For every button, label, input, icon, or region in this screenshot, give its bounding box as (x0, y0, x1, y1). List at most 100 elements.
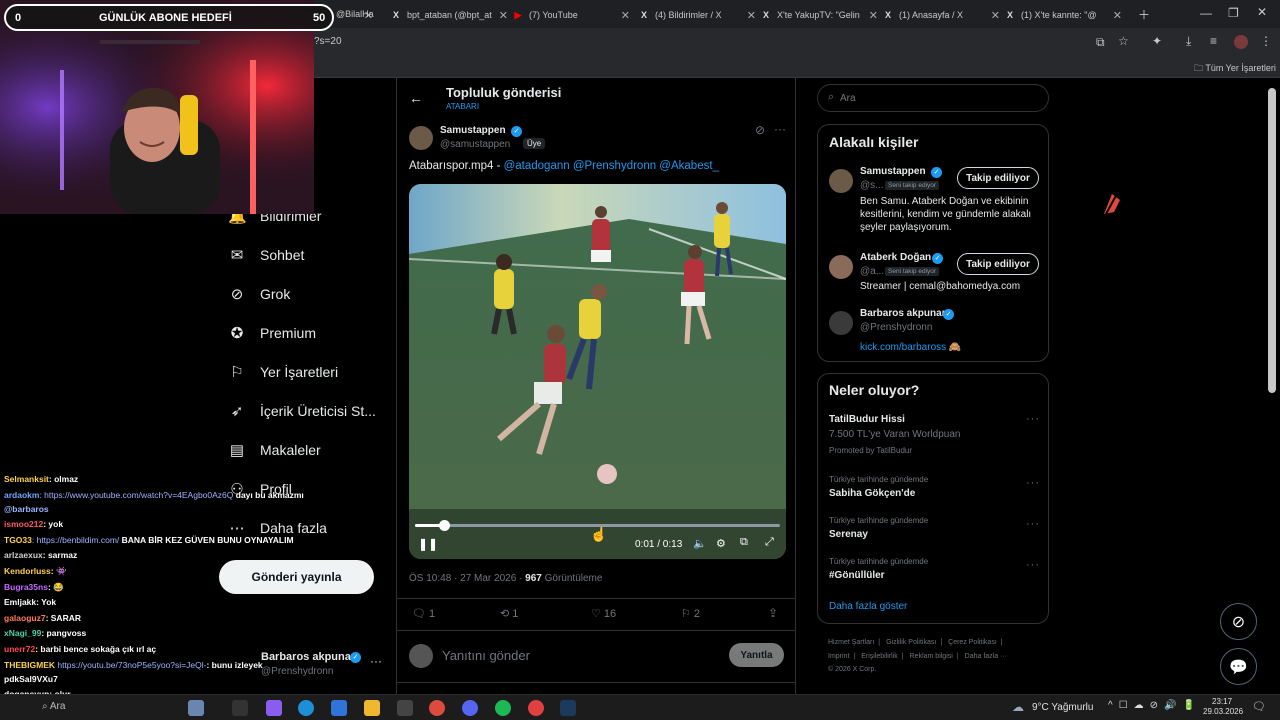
nav-item-rocket[interactable]: ➶ İçerik Üreticisi St... (228, 402, 376, 420)
footer-link[interactable]: Gizlilik Politikası (886, 639, 936, 646)
chat-username[interactable]: THEBIGMEK (4, 660, 55, 670)
browser-tab[interactable]: X (4) Bildirimler / X ✕ (638, 4, 756, 26)
chat-username[interactable]: Selmanksit (4, 474, 49, 484)
browser-tab[interactable]: ▶ (7) YouTube ✕ (512, 4, 630, 26)
chat-link[interactable]: : https://www.youtube.com/watch?v=4EAgbo… (39, 490, 233, 500)
show-more-link[interactable]: Daha fazla göster (829, 601, 907, 612)
trend-more-icon[interactable]: ··· (1026, 518, 1040, 530)
trend-item[interactable]: Türkiye tarihinde gündemde Serenay ··· (818, 516, 1050, 556)
nav-item-mail[interactable]: ✉ Sohbet (228, 246, 305, 264)
xbox-icon[interactable] (397, 700, 413, 716)
trend-more-icon[interactable]: ··· (1026, 477, 1040, 489)
trend-more-icon[interactable]: ··· (1026, 559, 1040, 571)
chat-username[interactable]: TGO33 (4, 535, 32, 545)
discord-icon[interactable] (462, 700, 478, 716)
author-name[interactable]: Samustappen (440, 125, 506, 136)
extensions-icon[interactable]: ✦ (1152, 34, 1162, 48)
browser-tab[interactable]: X (1) Anasayfa / X ✕ (882, 4, 1000, 26)
bookmark-action[interactable]: ⚐ 2 (681, 607, 700, 620)
clock-date[interactable]: 29.03.2026 (1203, 707, 1243, 716)
chat-username[interactable]: pdkSal9VXu7 (4, 674, 58, 684)
chat-link[interactable]: https://youtu.be/73noP5e5yoo?si=JeQl- (55, 660, 206, 670)
browser-tab[interactable]: X (1) X'te kannte: "@ ✕ (1004, 4, 1122, 26)
person-handle[interactable]: @s... (860, 180, 884, 191)
chat-username[interactable]: Kendorluss (4, 566, 51, 576)
share-icon[interactable]: ⇪ (768, 606, 778, 620)
copilot-icon[interactable] (266, 700, 282, 716)
fullscreen-icon[interactable]: ⤢ (765, 536, 774, 549)
person-name[interactable]: Samustappen (860, 166, 926, 177)
grok-fab[interactable]: ⊘ (1220, 603, 1257, 640)
chat-username[interactable]: ardaokm (4, 490, 39, 500)
edge-icon[interactable] (298, 700, 314, 716)
search-box[interactable]: ⌕ Ara (817, 84, 1049, 112)
tab-close-icon[interactable]: ✕ (499, 9, 508, 22)
person-name[interactable]: Ataberk Doğan (860, 252, 931, 263)
reply-input[interactable]: Yanıtını gönder (442, 648, 530, 663)
nav-item-premium[interactable]: ✪ Premium (228, 324, 316, 342)
footer-link[interactable]: Daha fazla ··· (965, 653, 1007, 660)
repost-action[interactable]: ⟲ 1 (500, 607, 518, 620)
trend-item[interactable]: Türkiye tarihinde gündemde Sabiha Gökçen'… (818, 475, 1050, 515)
reply-action[interactable]: 🗨 1 (412, 607, 435, 620)
page-scrollbar[interactable] (1268, 88, 1276, 393)
like-action[interactable]: ♡ 16 (591, 607, 616, 620)
spotify-icon[interactable] (495, 700, 511, 716)
chat-username[interactable]: ismoo212 (4, 519, 43, 529)
chat-username[interactable]: xNagi_99 (4, 628, 41, 638)
store-icon[interactable] (331, 700, 347, 716)
install-icon[interactable]: ⧉ (1096, 35, 1105, 50)
tab-close-icon[interactable]: ✕ (1113, 9, 1122, 22)
person-avatar[interactable] (829, 255, 853, 279)
video-player[interactable]: ❚❚ 0:01 / 0:13 🔈 ⚙ ⧉ ⤢ (409, 184, 786, 559)
post-more-icon[interactable]: ··· (774, 122, 786, 136)
all-bookmarks[interactable]: 🗀 Tüm Yer İşaretleri (1194, 61, 1276, 77)
obs-icon[interactable] (528, 700, 544, 716)
clock-time[interactable]: 23:17 (1212, 697, 1232, 706)
taskbar-app-1[interactable] (188, 700, 204, 716)
trend-more-icon[interactable]: ··· (1026, 413, 1040, 425)
messages-fab[interactable]: 💬 (1220, 648, 1257, 685)
steam-icon[interactable] (560, 700, 576, 716)
chat-link[interactable]: : https://benbildim.com/ (32, 535, 119, 545)
tab-close-icon[interactable]: ✕ (869, 9, 878, 22)
post-button[interactable]: Gönderi yayınla (219, 560, 374, 594)
tray-icons[interactable]: ^☐☁⊘🔊🔋 (1108, 700, 1201, 711)
chat-username[interactable]: Emljakk (4, 597, 36, 607)
chat-username[interactable]: galaoguz7 (4, 613, 46, 623)
post-mentions[interactable]: @atadogann @Prenshydronn @Akabest_ (504, 160, 719, 172)
chat-username[interactable]: unerr72 (4, 644, 35, 654)
search-input[interactable]: Ara (840, 93, 856, 104)
footer-link[interactable]: Çerez Politikası (948, 639, 997, 646)
person-avatar[interactable] (829, 311, 853, 335)
reply-button[interactable]: Yanıtla (729, 643, 784, 667)
chat-username[interactable]: arlzaexux (4, 550, 43, 560)
footer-link[interactable]: Erişilebilirlik (861, 653, 898, 660)
author-handle[interactable]: @samustappen (440, 139, 510, 150)
url-text[interactable]: ?s=20 (314, 36, 342, 47)
trend-item[interactable]: TatilBudur Hissi 7.500 TL'ye Varan Worldp… (818, 413, 1050, 455)
person-handle[interactable]: @a... (860, 266, 884, 277)
following-button[interactable]: Takip ediliyor (957, 167, 1039, 189)
profile-avatar[interactable] (1234, 35, 1248, 49)
footer-link[interactable]: Reklam bilgisi (910, 653, 953, 660)
pip-icon[interactable]: ⧉ (740, 536, 748, 549)
taskbar-search[interactable]: ⌕ Ara (42, 701, 65, 712)
browser-tab[interactable]: X X'te YakupTV: "Gelin ✕ (760, 4, 878, 26)
person-handle[interactable]: @Prenshydronn (860, 322, 932, 333)
footer-link[interactable]: Imprint (828, 653, 849, 660)
following-button[interactable]: Takip ediliyor (957, 253, 1039, 275)
tab-close-icon[interactable]: ✕ (621, 9, 630, 22)
new-tab-icon[interactable]: ＋ (1138, 6, 1150, 23)
tab-close-icon[interactable]: ✕ (747, 9, 756, 22)
footer-link[interactable]: Hizmet Şartları (828, 639, 874, 646)
close-window-icon[interactable]: ✕ (1257, 5, 1267, 19)
grok-icon[interactable]: ⊘ (755, 123, 765, 137)
back-arrow-icon[interactable]: ← (409, 90, 423, 106)
nav-item-article[interactable]: ▤ Makaleler (228, 441, 321, 459)
download-icon[interactable]: ⤓ (1186, 34, 1191, 49)
explorer-icon[interactable] (364, 700, 380, 716)
volume-icon[interactable]: 🔈 (693, 537, 707, 550)
person-avatar[interactable] (829, 169, 853, 193)
pause-icon[interactable]: ❚❚ (418, 537, 438, 551)
